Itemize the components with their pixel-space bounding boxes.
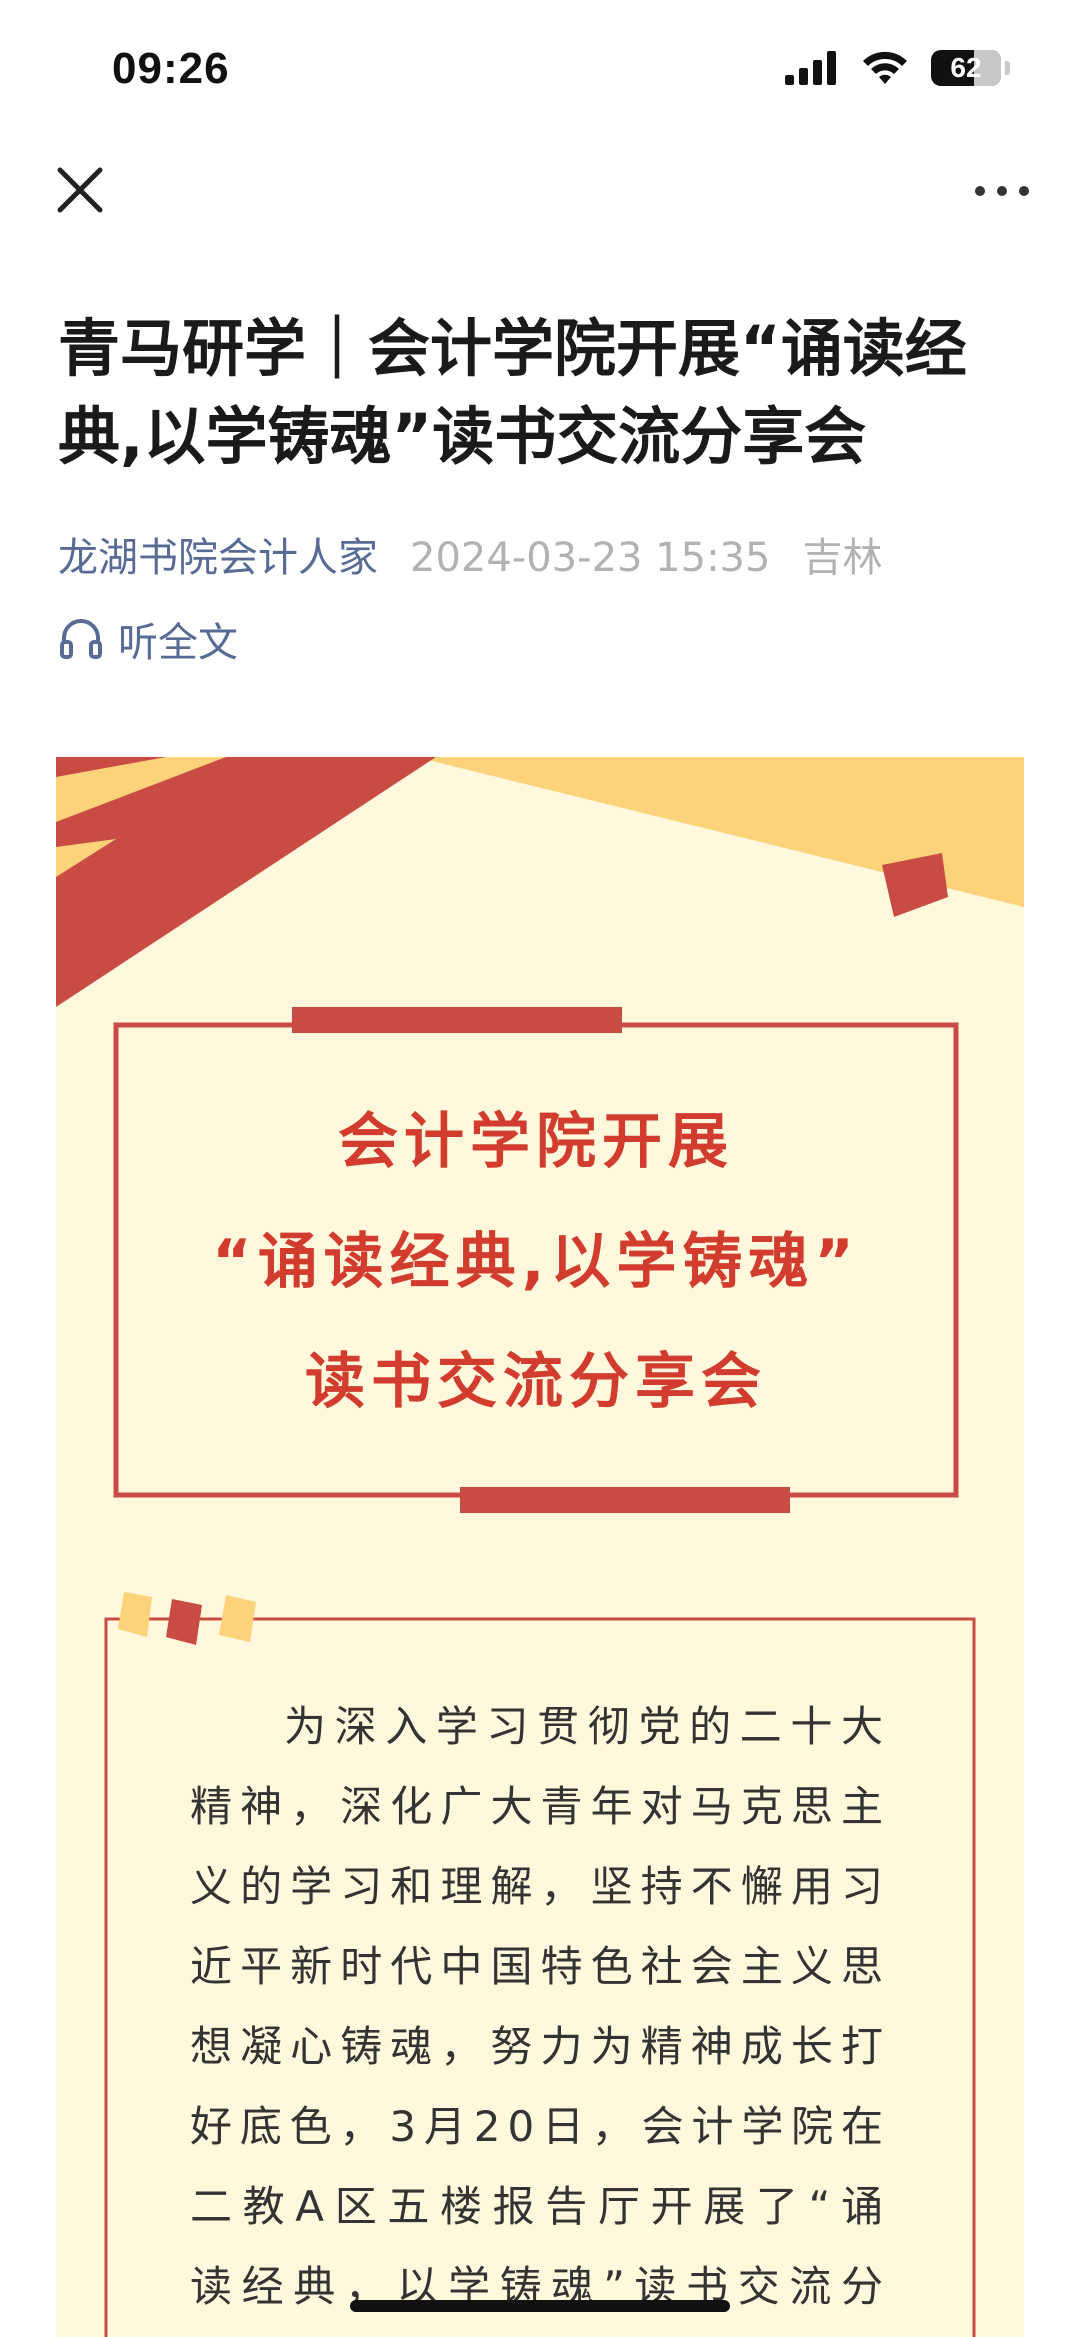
signal-icon xyxy=(785,51,836,85)
battery-tip xyxy=(1005,61,1010,75)
status-icons: 62 xyxy=(785,50,1010,86)
home-indicator[interactable] xyxy=(350,2300,730,2312)
listen-label: 听全文 xyxy=(118,620,238,666)
publish-location: 吉林 xyxy=(802,535,883,581)
close-icon xyxy=(57,167,103,213)
battery-icon: 62 xyxy=(931,50,1001,86)
publish-date: 2024-03-23 15:35 xyxy=(410,535,771,581)
poster-headline-line: “诵读经典,以学铸魂” xyxy=(212,1227,860,1297)
poster-headline-line: 会计学院开展 xyxy=(338,1107,734,1177)
poster-headline-line: 读书交流分享会 xyxy=(305,1347,767,1417)
poster-body-text: 为深入学习贯彻党的二十大精神，深化广大青年对马克思主义的学习和理解，坚持不懈用习… xyxy=(190,1702,890,2311)
headphones-icon xyxy=(60,619,102,659)
battery-level: 62 xyxy=(950,52,982,83)
more-icon xyxy=(975,186,1029,196)
poster-headline: 会计学院开展 “诵读经典,以学铸魂” 读书交流分享会 xyxy=(116,1082,956,1442)
status-bar: 09:26 62 xyxy=(0,0,1080,140)
account-name-link[interactable]: 龙湖书院会计人家 xyxy=(58,535,378,581)
article-meta: 龙湖书院会计人家 2024-03-23 15:35 吉林 xyxy=(58,525,882,583)
listen-full-text-button[interactable]: 听全文 xyxy=(58,610,238,668)
wifi-icon xyxy=(863,51,907,84)
more-button[interactable] xyxy=(972,176,1032,206)
article-title: 青马研学｜会计学院开展“诵读经典,以学铸魂”读书交流分享会 xyxy=(58,312,967,473)
nav-bar xyxy=(0,150,1080,230)
status-time: 09:26 xyxy=(112,44,230,93)
article-poster-image: 会计学院开展 “诵读经典,以学铸魂” 读书交流分享会 为深入学习贯彻党的二十大精… xyxy=(56,757,1024,2337)
close-button[interactable] xyxy=(50,160,110,220)
